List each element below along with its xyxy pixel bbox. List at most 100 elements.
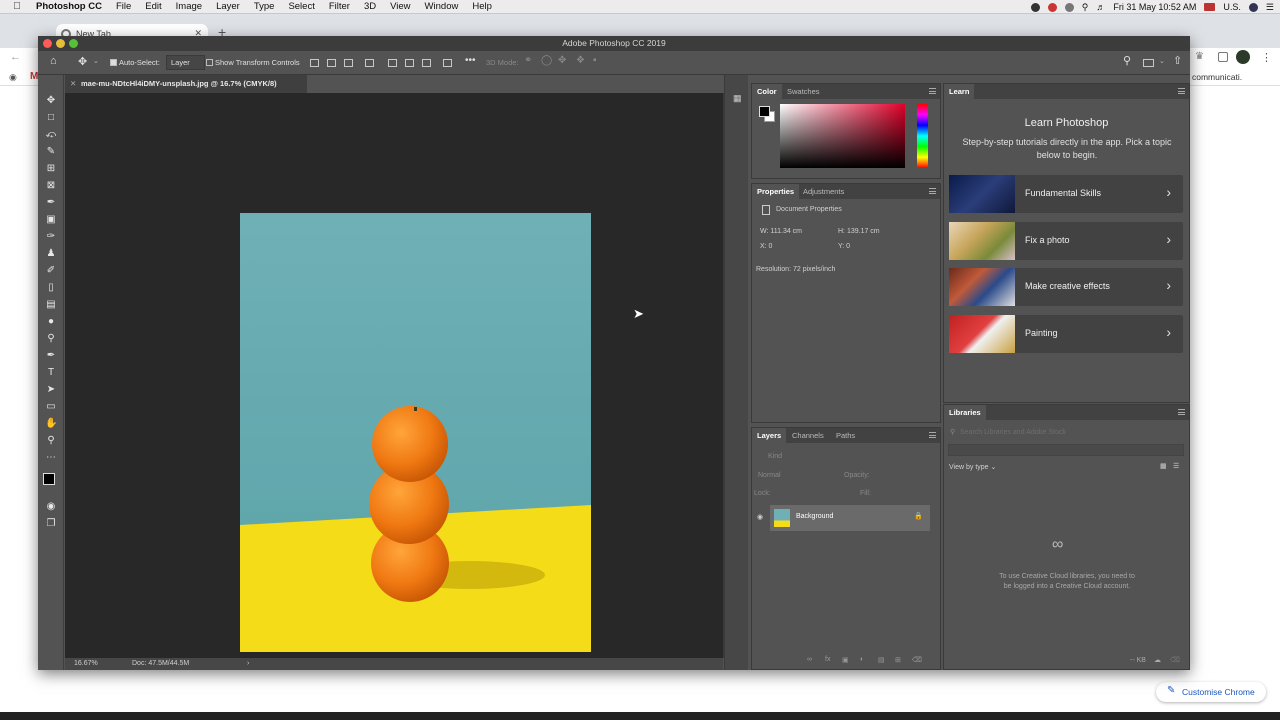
distribute-icon[interactable] (365, 59, 374, 67)
trash-icon[interactable]: ⌫ (1170, 656, 1180, 664)
volume-icon[interactable]: ♬ (1096, 2, 1105, 12)
foreground-color-swatch[interactable] (43, 473, 55, 485)
minimize-window-button[interactable] (56, 39, 65, 48)
menu-type[interactable]: Type (247, 1, 282, 12)
menu-file[interactable]: File (109, 1, 138, 12)
control-center-icon[interactable]: ☰ (1266, 2, 1274, 13)
menu-help[interactable]: Help (465, 1, 499, 12)
wifi-icon[interactable] (1064, 2, 1074, 12)
blur-tool-icon[interactable]: ● (45, 316, 57, 328)
zoom-tool-icon[interactable]: ⚲ (45, 435, 57, 447)
record-icon[interactable] (1030, 2, 1040, 12)
canvas-area[interactable]: ➤ (65, 93, 723, 658)
library-search-input[interactable]: Search Libraries and Adobe Stock (960, 429, 1066, 436)
blend-mode-select[interactable]: Normal (758, 472, 781, 479)
hue-slider[interactable] (917, 104, 928, 168)
tab-learn[interactable]: Learn (944, 84, 975, 99)
distribute-vertical-icon[interactable] (443, 59, 452, 67)
eyedropper-tool-icon[interactable]: ✒ (45, 197, 57, 209)
align-right-icon[interactable] (344, 59, 353, 67)
prop-x[interactable]: X: 0 (760, 243, 772, 250)
close-window-button[interactable] (43, 39, 52, 48)
dodge-tool-icon[interactable]: ⚲ (45, 333, 57, 345)
color-field[interactable] (780, 104, 905, 168)
panel-menu-icon[interactable] (929, 88, 936, 94)
panel-menu-icon[interactable] (929, 432, 936, 438)
fg-color-swatch[interactable] (759, 106, 770, 117)
type-tool-icon[interactable]: T (45, 367, 57, 379)
learn-topic-painting[interactable]: Painting › (949, 315, 1183, 353)
apple-menu-icon[interactable]:  (0, 1, 34, 12)
workspace-icon[interactable] (1143, 59, 1154, 67)
document-tab[interactable]: ✕ mae-mu-NDtcHl4iDMY-unsplash.jpg @ 16.7… (65, 75, 307, 93)
library-dropdown[interactable] (948, 444, 1184, 456)
layer-name[interactable]: Background (796, 513, 833, 520)
align-center-icon[interactable] (327, 59, 336, 67)
panel-menu-icon[interactable] (929, 188, 936, 194)
chevron-down-icon[interactable]: ⌄ (93, 57, 99, 65)
rectangle-tool-icon[interactable]: ▭ (45, 401, 57, 413)
user-icon[interactable] (1248, 2, 1258, 12)
screen-mode-icon[interactable]: ❐ (45, 518, 57, 530)
menu-layer[interactable]: Layer (209, 1, 247, 12)
lock-icon[interactable]: 🔒 (914, 512, 923, 520)
menu-filter[interactable]: Filter (322, 1, 357, 12)
notification-icon[interactable] (1047, 2, 1057, 12)
chrome-menu-icon[interactable]: ⋮ (1261, 51, 1272, 64)
flag-icon[interactable] (1204, 3, 1216, 11)
close-document-icon[interactable]: ✕ (70, 75, 76, 93)
clone-stamp-tool-icon[interactable]: ♟ (45, 248, 57, 260)
frame-tool-icon[interactable]: ⊠ (45, 180, 57, 192)
search-icon[interactable]: ⚲ (1123, 54, 1131, 67)
lasso-tool-icon[interactable]: ⤽ (45, 129, 57, 141)
trash-icon[interactable]: ⌫ (912, 656, 922, 664)
more-tools-icon[interactable]: ⋯ (45, 452, 57, 464)
share-icon[interactable]: ⇧ (1173, 54, 1182, 67)
align-middle-icon[interactable] (405, 59, 414, 67)
tab-layers[interactable]: Layers (752, 428, 787, 443)
prop-y[interactable]: Y: 0 (838, 243, 850, 250)
tab-libraries[interactable]: Libraries (944, 405, 986, 420)
prop-height[interactable]: H: 139.17 cm (838, 228, 880, 235)
adjustment-layer-icon[interactable]: ◐ (860, 656, 864, 663)
panel-menu-icon[interactable] (1178, 88, 1185, 94)
3d-slide-icon[interactable]: ❖ (576, 55, 585, 66)
auto-select-dropdown[interactable]: Layer (166, 55, 205, 70)
side-panel-icon[interactable] (1218, 52, 1228, 62)
extensions-icon[interactable]: ♛ (1195, 51, 1204, 62)
layer-row-background[interactable]: Background 🔒 (770, 505, 930, 531)
menu-image[interactable]: Image (169, 1, 209, 12)
tab-properties[interactable]: Properties (752, 184, 800, 199)
link-layers-icon[interactable]: ∞ (807, 656, 812, 663)
menu-view[interactable]: View (383, 1, 417, 12)
more-options-icon[interactable]: ••• (465, 55, 476, 66)
workspace-chevron-icon[interactable]: ⌄ (1159, 57, 1165, 65)
gradient-tool-icon[interactable]: ▤ (45, 299, 57, 311)
menu-3d[interactable]: 3D (357, 1, 383, 12)
learn-topic-fundamental-skills[interactable]: Fundamental Skills › (949, 175, 1183, 213)
zoom-level[interactable]: 16.67% (74, 658, 98, 670)
menu-window[interactable]: Window (418, 1, 466, 12)
customize-chrome-button[interactable]: ✎ Customise Chrome (1156, 682, 1266, 702)
group-icon[interactable]: ▤ (878, 656, 885, 664)
menu-app-name[interactable]: Photoshop CC (34, 1, 109, 12)
grid-view-icon[interactable]: ▦ (1160, 462, 1167, 470)
bookmark-item[interactable]: communicati... (1192, 72, 1242, 82)
3d-orbit-icon[interactable]: ⚭ (524, 55, 532, 66)
apps-icon[interactable]: ◉ (9, 72, 17, 83)
new-layer-icon[interactable]: ⊞ (895, 656, 901, 664)
3d-pan-icon[interactable]: ✥ (558, 55, 566, 66)
profile-avatar[interactable] (1236, 50, 1250, 64)
view-by-type-toggle[interactable]: View by type ⌄ (949, 463, 996, 471)
quick-select-tool-icon[interactable]: ✎ (45, 146, 57, 158)
layer-kind-filter[interactable]: Kind (768, 453, 782, 460)
mask-icon[interactable]: ▣ (842, 656, 849, 664)
tab-channels[interactable]: Channels (787, 428, 829, 443)
menu-select[interactable]: Select (281, 1, 321, 12)
crop-tool-icon[interactable]: ⊞ (45, 163, 57, 175)
tab-swatches[interactable]: Swatches (782, 84, 825, 99)
align-bottom-icon[interactable] (422, 59, 431, 67)
learn-topic-creative-effects[interactable]: Make creative effects › (949, 268, 1183, 306)
status-arrow-icon[interactable]: › (247, 658, 249, 670)
align-top-icon[interactable] (388, 59, 397, 67)
